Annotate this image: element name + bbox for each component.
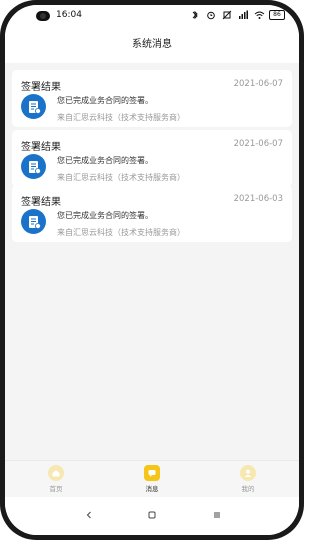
status-bar: 16:04 86 bbox=[5, 5, 299, 27]
message-text: 您已完成业务合同的签署。 bbox=[57, 96, 153, 105]
message-text: 您已完成业务合同的签署。 bbox=[57, 211, 153, 220]
contract-icon bbox=[21, 154, 46, 179]
home-button-icon[interactable] bbox=[144, 507, 160, 523]
message-card[interactable]: 签署结果 2021-06-07 您已完成业务合同的签署。 来自汇思云科技（技术支… bbox=[12, 130, 292, 187]
nav-item-home[interactable]: 首页 bbox=[36, 465, 76, 493]
message-text: 您已完成业务合同的签署。 bbox=[57, 156, 153, 165]
battery-indicator: 86 bbox=[269, 10, 285, 20]
alarm-icon bbox=[205, 9, 217, 21]
nav-item-messages[interactable]: 消息 bbox=[132, 465, 172, 493]
home-icon bbox=[48, 465, 64, 481]
back-icon[interactable] bbox=[81, 507, 97, 523]
message-source: 来自汇思云科技（技术支持服务商） bbox=[57, 113, 185, 122]
message-date: 2021-06-07 bbox=[233, 79, 283, 89]
system-navigation-bar bbox=[5, 497, 299, 535]
message-title: 签署结果 bbox=[21, 142, 61, 153]
profile-icon bbox=[240, 465, 256, 481]
message-card[interactable]: 签署结果 2021-06-03 您已完成业务合同的签署。 来自汇思云科技（技术支… bbox=[12, 185, 292, 242]
bluetooth-icon bbox=[189, 9, 201, 21]
bottom-nav: 首页 消息 我的 bbox=[5, 460, 299, 497]
message-list: 签署结果 2021-06-07 您已完成业务合同的签署。 来自汇思云科技（技术支… bbox=[5, 63, 299, 471]
message-source: 来自汇思云科技（技术支持服务商） bbox=[57, 173, 185, 182]
message-title: 签署结果 bbox=[21, 82, 61, 93]
contract-icon bbox=[21, 209, 46, 234]
status-time: 16:04 bbox=[56, 10, 82, 20]
message-icon bbox=[144, 465, 160, 481]
message-title: 签署结果 bbox=[21, 197, 61, 208]
nav-label: 首页 bbox=[49, 485, 63, 493]
nav-item-profile[interactable]: 我的 bbox=[228, 465, 268, 493]
camera-cutout bbox=[36, 11, 50, 21]
silent-icon bbox=[221, 9, 233, 21]
message-date: 2021-06-07 bbox=[233, 139, 283, 149]
nav-label: 我的 bbox=[241, 485, 255, 493]
message-card[interactable]: 签署结果 2021-06-07 您已完成业务合同的签署。 来自汇思云科技（技术支… bbox=[12, 70, 292, 127]
signal-icon bbox=[237, 9, 249, 21]
nav-label: 消息 bbox=[145, 485, 159, 493]
screen: 16:04 86 系统消息 签署结果 2021-06-07 您已完成业务合同的签… bbox=[5, 5, 299, 535]
message-source: 来自汇思云科技（技术支持服务商） bbox=[57, 228, 185, 237]
page-title: 系统消息 bbox=[5, 27, 299, 63]
message-date: 2021-06-03 bbox=[233, 194, 283, 204]
contract-icon bbox=[21, 94, 46, 119]
status-icons: 86 bbox=[189, 9, 285, 21]
phone-frame: 16:04 86 系统消息 签署结果 2021-06-07 您已完成业务合同的签… bbox=[0, 0, 304, 540]
menu-icon[interactable] bbox=[209, 507, 225, 523]
wifi-icon bbox=[253, 9, 265, 21]
